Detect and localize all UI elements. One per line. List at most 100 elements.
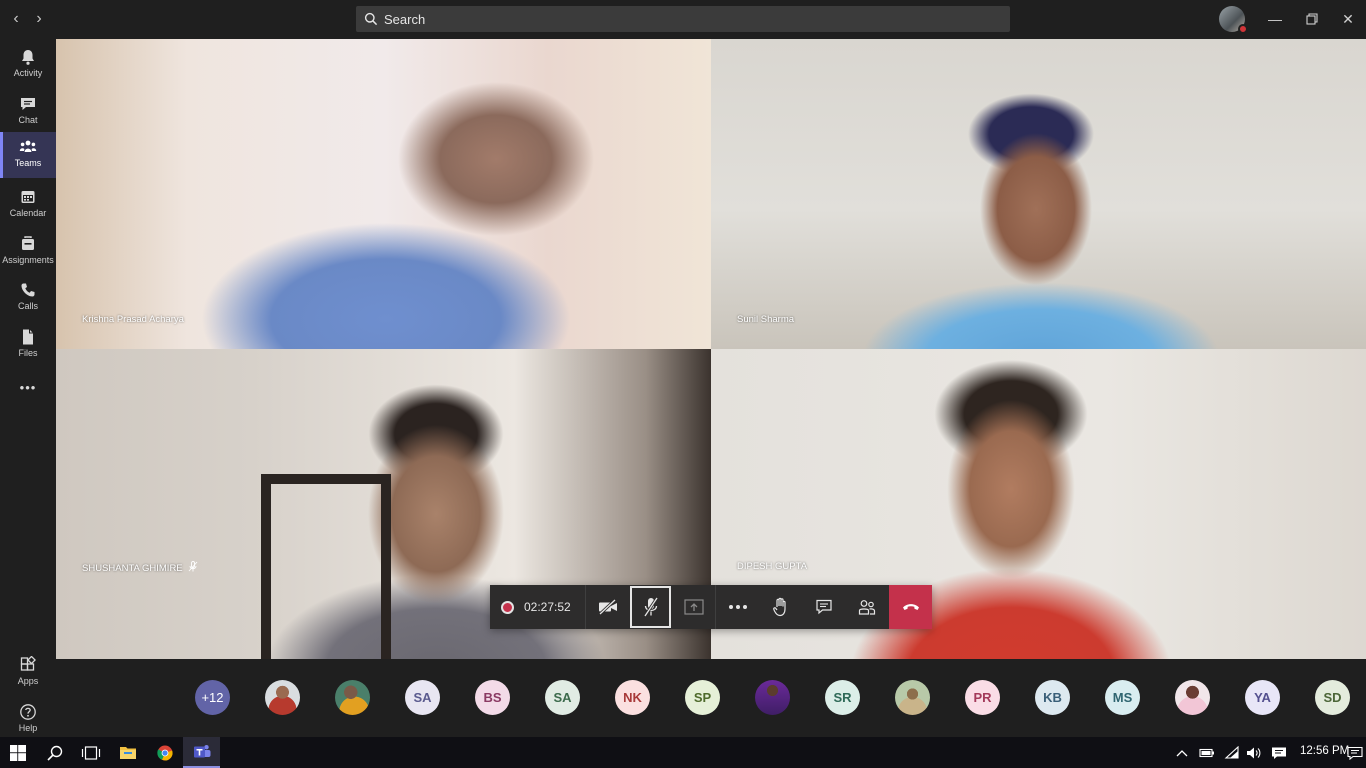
camera-off-icon [598, 599, 617, 615]
rail-item-teams[interactable]: Teams [0, 132, 56, 178]
app-rail: Activity Chat Teams Calendar Assignments… [0, 39, 56, 737]
task-view-button[interactable] [73, 737, 109, 768]
mic-off-button[interactable] [630, 586, 671, 628]
participant-avatar[interactable]: SR [825, 680, 860, 715]
notifications-button[interactable] [1344, 737, 1366, 768]
taskbar-clock[interactable]: 12:56 PM [1300, 745, 1349, 757]
start-button[interactable] [0, 737, 36, 768]
video-tile[interactable]: Sunil Sharma [711, 39, 1366, 349]
forward-icon[interactable]: › [31, 10, 47, 28]
participant-name: DIPESH GUPTA [737, 561, 808, 572]
rail-label: Chat [18, 115, 38, 125]
show-hidden-icons-button[interactable] [1172, 737, 1192, 768]
participant-avatar[interactable]: PR [965, 680, 1000, 715]
back-icon[interactable]: ‹ [8, 10, 24, 28]
participant-avatar[interactable]: SP [685, 680, 720, 715]
windows-taskbar: 12:56 PM [0, 737, 1366, 768]
windows-logo-icon [10, 744, 26, 761]
rail-item-calendar[interactable]: Calendar [0, 182, 56, 228]
participant-avatar[interactable] [895, 680, 930, 715]
more-actions-button[interactable] [716, 585, 759, 629]
search-icon [364, 12, 378, 26]
mic-off-icon [188, 561, 198, 572]
battery-icon [1199, 748, 1214, 757]
rail-item-files[interactable]: Files [0, 322, 56, 368]
raise-hand-button[interactable] [759, 585, 802, 629]
battery-button[interactable] [1196, 737, 1218, 768]
taskbar-search-button[interactable] [36, 737, 73, 768]
rail-item-activity[interactable]: Activity [0, 42, 56, 88]
bell-icon [22, 50, 34, 65]
participant-avatar[interactable]: SD [1315, 680, 1350, 715]
presence-busy-icon [1238, 24, 1248, 34]
user-avatar[interactable] [1219, 6, 1248, 34]
call-timer: 02:27:52 [524, 600, 571, 614]
participant-avatar[interactable] [755, 680, 790, 715]
rail-label: Files [18, 348, 38, 358]
help-icon [20, 704, 36, 720]
camera-off-button[interactable] [586, 585, 629, 629]
call-controls: 02:27:52 [490, 585, 932, 629]
restore-icon[interactable] [1301, 8, 1323, 30]
volume-icon [1247, 747, 1261, 758]
search-icon [46, 745, 62, 761]
rail-item-chat[interactable]: Chat [0, 89, 56, 135]
keyboard-icon [1272, 747, 1286, 759]
notification-icon [1347, 746, 1363, 760]
search-placeholder: Search [384, 11, 426, 27]
raise-hand-icon [772, 597, 786, 617]
rail-label: Teams [14, 158, 42, 168]
participant-avatar[interactable]: NK [615, 680, 650, 715]
rail-label: Help [18, 723, 38, 733]
overflow-participants-button[interactable]: +12 [195, 680, 230, 715]
mic-off-icon [643, 597, 658, 617]
participant-name: Krishna Prasad Acharya [82, 314, 184, 325]
file-icon [23, 329, 33, 345]
rail-label: Calendar [9, 208, 47, 218]
hang-up-button[interactable] [889, 585, 932, 629]
video-tile[interactable]: Krishna Prasad Acharya [56, 39, 711, 349]
chat-icon [815, 599, 832, 615]
hang-up-icon [902, 604, 919, 610]
share-screen-button[interactable] [672, 585, 715, 629]
participant-avatar[interactable]: SA [545, 680, 580, 715]
rail-label: Assignments [2, 255, 54, 265]
participant-avatar[interactable]: KB [1035, 680, 1070, 715]
chrome-button[interactable] [146, 737, 183, 768]
rail-item-apps[interactable]: Apps [0, 650, 56, 696]
assignments-icon [22, 236, 34, 250]
rail-item-calls[interactable]: Calls [0, 275, 56, 321]
rail-label: Apps [17, 676, 39, 686]
language-button[interactable] [1266, 737, 1292, 768]
teams-taskbar-button[interactable] [183, 737, 220, 768]
participant-avatar[interactable] [335, 680, 370, 715]
participant-avatar[interactable]: SA [405, 680, 440, 715]
close-icon[interactable]: ✕ [1337, 8, 1359, 30]
rail-item-assignments[interactable]: Assignments [0, 229, 56, 275]
title-bar: ‹ › Search — ✕ [0, 0, 1366, 39]
teams-icon [19, 140, 37, 152]
phone-icon [21, 283, 35, 297]
search-input[interactable]: Search [356, 6, 1010, 32]
participant-strip: +12 SA BS SA NK SP SR PR KB MS YA SD [56, 659, 1366, 737]
calendar-icon [21, 191, 35, 203]
participant-avatar[interactable]: MS [1105, 680, 1140, 715]
file-explorer-button[interactable] [109, 737, 146, 768]
participant-avatar[interactable]: BS [475, 680, 510, 715]
volume-button[interactable] [1243, 737, 1265, 768]
share-screen-icon [683, 599, 704, 615]
participants-button[interactable] [845, 585, 888, 629]
rail-more-button[interactable]: ••• [0, 376, 56, 402]
participant-avatar[interactable] [1175, 680, 1210, 715]
participant-avatar[interactable] [265, 680, 300, 715]
mirror-frame [261, 474, 391, 659]
rail-label: Calls [17, 301, 38, 311]
participant-avatar[interactable]: YA [1245, 680, 1280, 715]
chat-icon [21, 98, 35, 110]
chat-button[interactable] [802, 585, 845, 629]
apps-icon [20, 656, 36, 671]
network-button[interactable] [1221, 737, 1243, 768]
teams-app-icon [193, 744, 210, 757]
folder-icon [119, 747, 136, 759]
minimize-icon[interactable]: — [1264, 8, 1286, 30]
